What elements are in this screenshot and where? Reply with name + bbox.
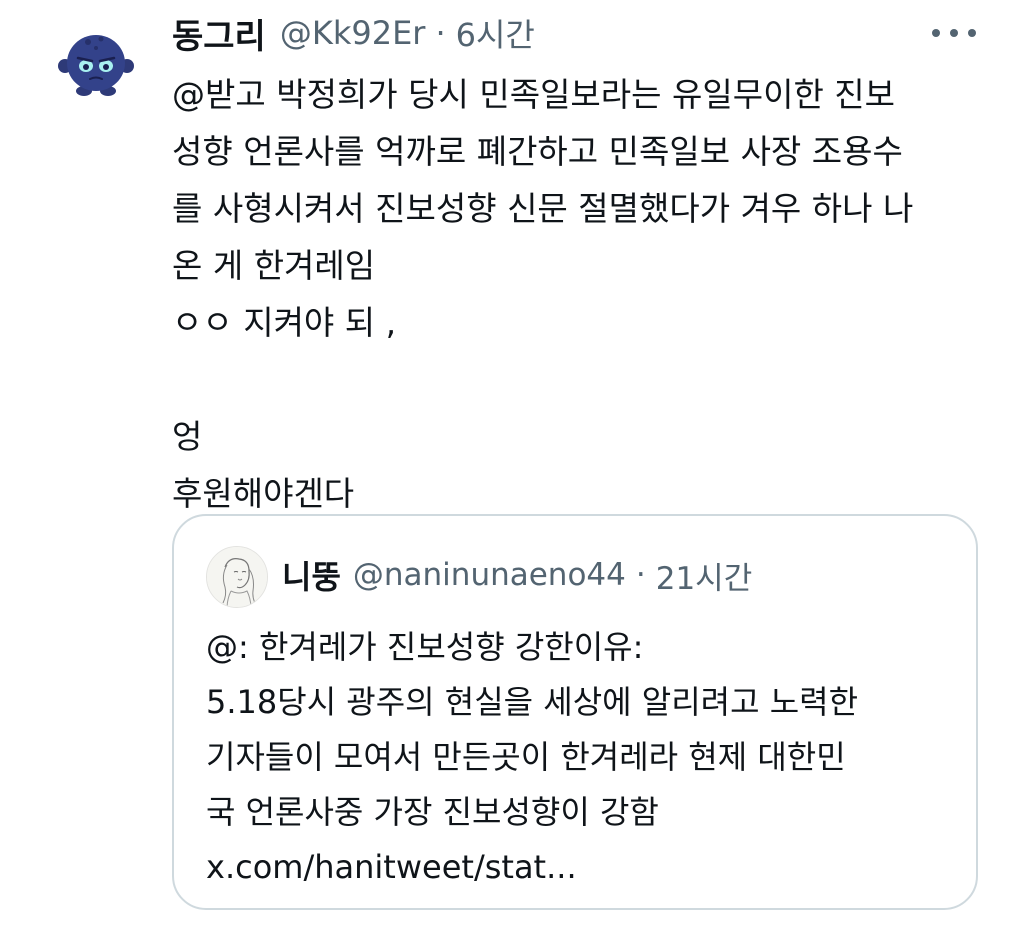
quoted-body-line: 기자들이 모여서 만든곳이 한겨레라 현제 대한민 <box>206 738 846 776</box>
quoted-link[interactable]: x.com/hanitweet/stat... <box>206 840 946 895</box>
sketch-portrait-avatar-icon <box>207 547 267 607</box>
tweet-body-line: @받고 박정희가 당시 민족일보라는 유일무이한 진보 <box>172 75 896 114</box>
separator-dot: · <box>435 14 446 52</box>
quoted-tweet-body: @: 한겨레가 진보성향 강한이유: 5.18당시 광주의 현실을 세상에 알리… <box>206 620 946 895</box>
more-dot <box>968 29 976 37</box>
tweet-body-blank-line <box>172 351 984 408</box>
quoted-author-handle[interactable]: @naninunaeno44 <box>353 557 626 593</box>
author-handle[interactable]: @Kk92Er <box>280 14 426 52</box>
separator-dot: · <box>635 557 646 593</box>
quoted-author-avatar[interactable] <box>206 546 268 608</box>
tweet-body-line: ㅇㅇ 지켜야 되 , <box>172 303 397 342</box>
tweet-body-line: 를 사형시켜서 진보성향 신문 절멸했다가 겨우 하나 나 <box>172 189 914 228</box>
tweet[interactable]: 동그리 @Kk92Er · 6시간 @받고 박정희가 당시 민족일보라는 유일무… <box>0 0 1024 940</box>
quoted-tweet-timestamp[interactable]: 21시간 <box>656 553 753 598</box>
tweet-body-line: 온 게 한겨레임 <box>172 246 376 285</box>
tweet-body-line: 엉 <box>172 417 203 456</box>
tweet-timestamp[interactable]: 6시간 <box>456 10 535 56</box>
more-dot <box>950 29 958 37</box>
quoted-body-line: 국 언론사중 가장 진보성향이 강함 <box>206 793 659 831</box>
quoted-tweet-header: 니뚱 @naninunaeno44 · 21시간 <box>282 550 752 600</box>
tweet-header: 동그리 @Kk92Er · 6시간 <box>172 8 535 58</box>
author-avatar[interactable] <box>46 8 146 108</box>
quoted-body-line: @: 한겨레가 진보성향 강한이유: <box>206 628 644 666</box>
quoted-author-display-name[interactable]: 니뚱 <box>282 552 341 598</box>
tweet-body: @받고 박정희가 당시 민족일보라는 유일무이한 진보 성향 언론사를 억까로 … <box>172 66 984 522</box>
quoted-body-line: 5.18당시 광주의 현실을 세상에 알리려고 노력한 <box>206 683 859 721</box>
more-icon[interactable] <box>932 18 976 48</box>
author-display-name[interactable]: 동그리 <box>172 9 266 58</box>
more-dot <box>932 29 940 37</box>
tweet-body-line: 성향 언론사를 억까로 폐간하고 민족일보 사장 조용수 <box>172 132 903 171</box>
quoted-tweet[interactable]: 니뚱 @naninunaeno44 · 21시간 @: 한겨레가 진보성향 강한… <box>172 514 978 910</box>
blue-round-creature-avatar-icon <box>58 35 134 96</box>
